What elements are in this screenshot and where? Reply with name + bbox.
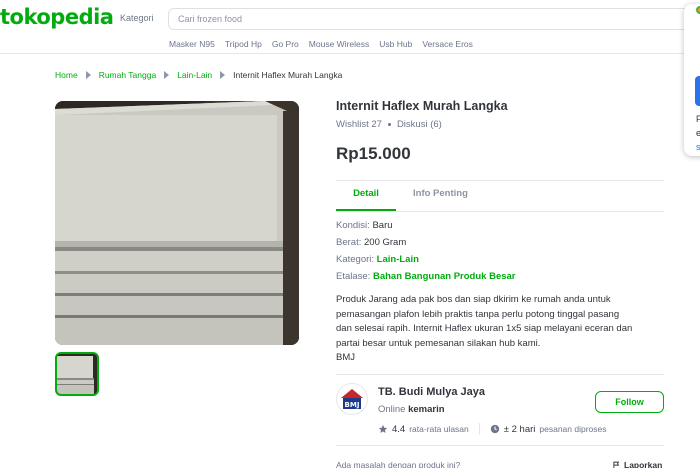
spec-label: Berat:: [336, 237, 362, 248]
seller-logo-text: BMJ: [345, 401, 360, 409]
popup-text: F: [696, 114, 700, 124]
suggestion-link[interactable]: Go Pro: [272, 39, 299, 49]
etalase-link[interactable]: Bahan Bangunan Produk Besar: [373, 271, 516, 282]
search-suggestions: Masker N95 Tripod Hp Go Pro Mouse Wirele…: [169, 39, 473, 49]
report-link[interactable]: Laporkan: [612, 460, 662, 468]
product-title: Internit Haflex Murah Langka: [336, 99, 508, 113]
tab-info-penting[interactable]: Info Penting: [413, 188, 468, 199]
online-label: Online: [378, 404, 406, 415]
breadcrumb-separator-icon: [85, 71, 91, 79]
seller-online-status: Online kemarin: [378, 404, 445, 415]
spec-label: Kondisi:: [336, 220, 370, 231]
breadcrumb: Home Rumah Tangga Lain-Lain Internit Haf…: [55, 70, 342, 80]
product-thumbnail[interactable]: [55, 352, 99, 396]
tokopedia-logo[interactable]: tokopedia: [0, 5, 114, 29]
product-tabs: Detail Info Penting: [336, 188, 664, 212]
google-icon: [696, 6, 700, 14]
report-label[interactable]: Laporkan: [624, 460, 662, 468]
divider: [336, 211, 664, 212]
divider: [336, 180, 664, 181]
kategori-menu[interactable]: Kategori: [120, 13, 154, 23]
description-line: BMJ: [336, 352, 355, 363]
breadcrumb-category[interactable]: Rumah Tangga: [99, 70, 157, 80]
divider: [336, 445, 664, 446]
product-meta: Wishlist 27 Diskusi (6): [336, 119, 442, 130]
seller-name[interactable]: TB. Budi Mulya Jaya: [378, 386, 485, 398]
search-input[interactable]: Cari frozen food: [168, 8, 700, 30]
notification-popup: F e s: [684, 4, 700, 156]
process-time: ± 2 hari: [503, 423, 536, 435]
rating-label: rata-rata ulasan: [409, 424, 469, 434]
breadcrumb-current: Internit Haflex Murah Langka: [233, 70, 343, 80]
stats-divider: [478, 423, 480, 435]
description-line: partai besar untuk pemesanan silakan hub…: [336, 337, 541, 349]
spec-kategori: Kategori: Lain-Lain: [336, 254, 419, 265]
product-main-image[interactable]: [55, 101, 299, 345]
breadcrumb-home[interactable]: Home: [55, 70, 78, 80]
suggestion-link[interactable]: Versace Eros: [422, 39, 473, 49]
spec-label: Kategori:: [336, 254, 375, 265]
seller-avatar[interactable]: BMJ: [336, 383, 368, 415]
wishlist-count: Wishlist 27: [336, 119, 382, 130]
seller-stats: 4.4 rata-rata ulasan ± 2 hari pesanan di…: [378, 423, 607, 435]
suggestion-link[interactable]: Tripod Hp: [225, 39, 262, 49]
divider: [336, 374, 664, 375]
clock-icon: [490, 424, 499, 434]
description-line: pemasangan plafon lebih praktis tanpa pe…: [336, 308, 620, 320]
tab-detail[interactable]: Detail: [336, 188, 396, 199]
suggestion-link[interactable]: Mouse Wireless: [309, 39, 369, 49]
spec-kondisi: Kondisi: Baru: [336, 220, 393, 231]
breadcrumb-separator-icon: [164, 71, 170, 79]
top-header: tokopedia Kategori Cari frozen food Mask…: [0, 0, 700, 54]
popup-action-button[interactable]: [695, 76, 700, 106]
spec-value: Baru: [372, 220, 393, 231]
seller-rating: 4.4: [392, 423, 406, 435]
description-line: dan selesai rapih. Internit Haflex ukura…: [336, 323, 633, 334]
spec-berat: Berat: 200 Gram: [336, 237, 406, 248]
spec-etalase: Etalase: Bahan Bangunan Produk Besar: [336, 271, 516, 282]
popup-link[interactable]: s: [696, 142, 700, 152]
bullet-separator: [387, 123, 391, 126]
product-price: Rp15.000: [336, 144, 411, 163]
process-label: pesanan diproses: [539, 424, 607, 434]
spec-label: Etalase:: [336, 271, 371, 282]
description-line: Produk Jarang ada pak bos dan siap dkiri…: [336, 294, 611, 305]
online-value: kemarin: [408, 404, 445, 415]
breadcrumb-subcategory[interactable]: Lain-Lain: [177, 70, 212, 80]
diskusi-link[interactable]: Diskusi (6): [397, 119, 442, 130]
breadcrumb-separator-icon: [220, 71, 226, 79]
report-question: Ada masalah dengan produk ini?: [336, 460, 461, 468]
follow-button[interactable]: Follow: [595, 391, 664, 413]
flag-icon: [613, 461, 620, 468]
star-icon: [378, 424, 388, 433]
suggestion-link[interactable]: Usb Hub: [379, 39, 412, 49]
popup-text: e: [696, 128, 700, 138]
kategori-link[interactable]: Lain-Lain: [377, 254, 419, 265]
suggestion-link[interactable]: Masker N95: [169, 39, 215, 49]
product-description: Produk Jarang ada pak bos dan siap dkiri…: [336, 293, 666, 366]
spec-value: 200 Gram: [364, 237, 407, 248]
